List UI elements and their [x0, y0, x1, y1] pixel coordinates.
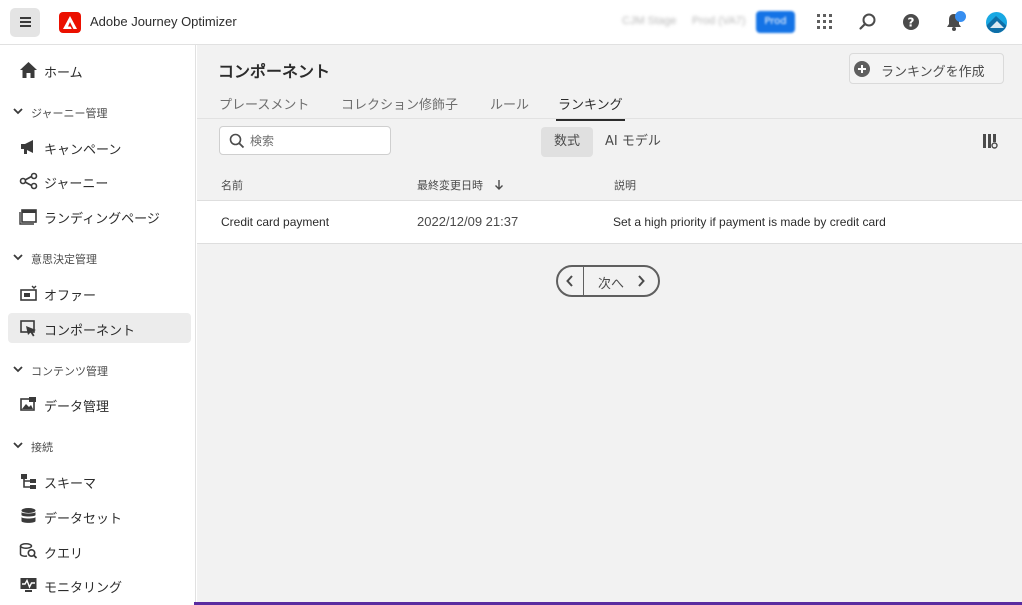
- user-avatar[interactable]: [986, 12, 1007, 33]
- sidebar-item-offers[interactable]: オファー: [8, 278, 191, 308]
- component-tabs: プレースメント コレクション修飾子 ルール ランキング: [219, 94, 1019, 121]
- app-title: Adobe Journey Optimizer: [90, 14, 237, 29]
- tab-placements[interactable]: プレースメント: [219, 94, 309, 120]
- sidebar-item-label: クエリ: [44, 547, 84, 562]
- next-page-label[interactable]: 次へ: [598, 273, 624, 292]
- chevron-down-icon: [13, 442, 23, 449]
- sidebar-item-label: キャンペーン: [44, 143, 122, 158]
- sidebar-item-components[interactable]: コンポーネント: [8, 313, 191, 343]
- sidebar-item-label: スキーマ: [44, 477, 97, 492]
- column-settings-icon[interactable]: [982, 133, 998, 149]
- sidebar-item-label: モニタリング: [44, 581, 123, 596]
- chevron-left-icon: [566, 275, 573, 287]
- environment-badge[interactable]: Prod: [756, 11, 795, 33]
- chevron-right-icon[interactable]: [636, 275, 646, 287]
- search-field[interactable]: [219, 126, 391, 155]
- ranking-name[interactable]: Credit card payment: [221, 215, 329, 229]
- sidebar-item-journeys[interactable]: ジャーニー: [8, 166, 191, 196]
- query-icon: [19, 543, 38, 559]
- ranking-description: Set a high priority if payment is made b…: [613, 215, 886, 229]
- components-icon: [20, 320, 36, 337]
- search-icon: [229, 133, 245, 149]
- sidebar-item-label: ランディングページ: [44, 212, 160, 227]
- sidebar-item-schemas[interactable]: スキーマ: [8, 466, 191, 496]
- tab-rules[interactable]: ルール: [490, 94, 529, 120]
- help-icon[interactable]: ?: [901, 12, 921, 32]
- sidebar-item-label: データ管理: [44, 400, 110, 415]
- sidebar: ホーム ジャーニー管理 キャンペーン ジャーニー ランディングページ 意思決定管…: [0, 45, 196, 605]
- section-label: 接続: [31, 441, 53, 454]
- tab-label: ルール: [490, 98, 530, 113]
- landing-page-icon: [19, 209, 37, 225]
- journey-icon: [19, 172, 38, 190]
- environment-badge-label: Prod: [764, 16, 787, 27]
- chevron-down-icon: [13, 366, 23, 373]
- page-title: コンポーネント: [218, 62, 331, 81]
- menu-toggle-button[interactable]: [10, 8, 40, 37]
- app-switcher-icon[interactable]: [815, 12, 835, 32]
- tab-label: ランキング: [558, 98, 623, 113]
- org-switcher[interactable]: CJM Stage: [622, 15, 676, 27]
- megaphone-icon: [21, 140, 33, 154]
- sidebar-item-data-management[interactable]: データ管理: [8, 389, 191, 419]
- sidebar-item-label: コンポーネント: [44, 324, 136, 339]
- section-label: ジャーニー管理: [31, 107, 108, 120]
- tab-label: プレースメント: [219, 98, 310, 113]
- tab-label: コレクション修飾子: [341, 98, 459, 113]
- sort-descending-icon: [494, 180, 503, 190]
- create-ranking-label: ランキングを作成: [881, 65, 985, 80]
- sidebar-item-label: ジャーニー: [44, 177, 109, 192]
- section-label: コンテンツ管理: [31, 365, 108, 378]
- svg-text:?: ?: [908, 16, 915, 30]
- sidebar-item-label: オファー: [44, 289, 97, 304]
- sidebar-item-datasets[interactable]: データセット: [8, 501, 191, 531]
- notification-dot: [955, 11, 966, 22]
- offer-icon: [20, 285, 37, 301]
- table-row[interactable]: Credit card payment 2022/12/09 21:37 Set…: [197, 200, 1022, 244]
- sidebar-item-home[interactable]: ホーム: [8, 55, 191, 85]
- pagination: 次へ: [556, 265, 660, 297]
- create-ranking-button[interactable]: ランキングを作成: [849, 53, 1004, 84]
- search-icon[interactable]: [858, 12, 878, 32]
- adobe-logo: [59, 12, 81, 33]
- tab-rankings[interactable]: ランキング: [556, 94, 625, 121]
- image-assets-icon: [20, 397, 36, 411]
- schema-icon: [21, 474, 36, 489]
- sandbox-switcher[interactable]: Prod (VA7): [692, 15, 746, 27]
- section-label: 意思決定管理: [31, 253, 97, 266]
- column-header-description[interactable]: 説明: [614, 177, 636, 193]
- add-circle-icon: [854, 61, 870, 77]
- database-icon: [21, 508, 36, 523]
- monitoring-icon: [20, 578, 37, 592]
- column-header-modified[interactable]: 最終変更日時: [417, 177, 503, 193]
- chevron-down-icon: [13, 108, 23, 115]
- ai-model-toggle-button[interactable]: AI モデル: [605, 127, 661, 157]
- column-header-label: 最終変更日時: [417, 179, 483, 192]
- ranking-modified-date: 2022/12/09 21:37: [417, 214, 519, 229]
- main-content: コンポーネント ランキングを作成 プレースメント コレクション修飾子 ルール ラ…: [197, 45, 1022, 605]
- tab-collection-qualifiers[interactable]: コレクション修飾子: [341, 94, 458, 120]
- tab-selected-indicator: [556, 119, 625, 121]
- sidebar-item-monitoring[interactable]: モニタリング: [8, 570, 191, 600]
- sidebar-item-queries[interactable]: クエリ: [8, 536, 191, 566]
- home-icon: [20, 62, 37, 78]
- formula-toggle-button[interactable]: 数式: [541, 127, 593, 157]
- sidebar-item-label: データセット: [44, 512, 123, 527]
- sidebar-item-campaigns[interactable]: キャンペーン: [8, 132, 191, 162]
- chevron-down-icon: [13, 254, 23, 261]
- top-bar: Adobe Journey Optimizer CJM Stage Prod (…: [0, 0, 1022, 45]
- search-input[interactable]: [250, 132, 385, 149]
- sidebar-item-landing-pages[interactable]: ランディングページ: [8, 201, 191, 231]
- tabs-divider: [197, 118, 1022, 119]
- sidebar-item-label: ホーム: [44, 66, 83, 81]
- previous-page-button[interactable]: [558, 267, 584, 295]
- column-header-name[interactable]: 名前: [221, 177, 243, 193]
